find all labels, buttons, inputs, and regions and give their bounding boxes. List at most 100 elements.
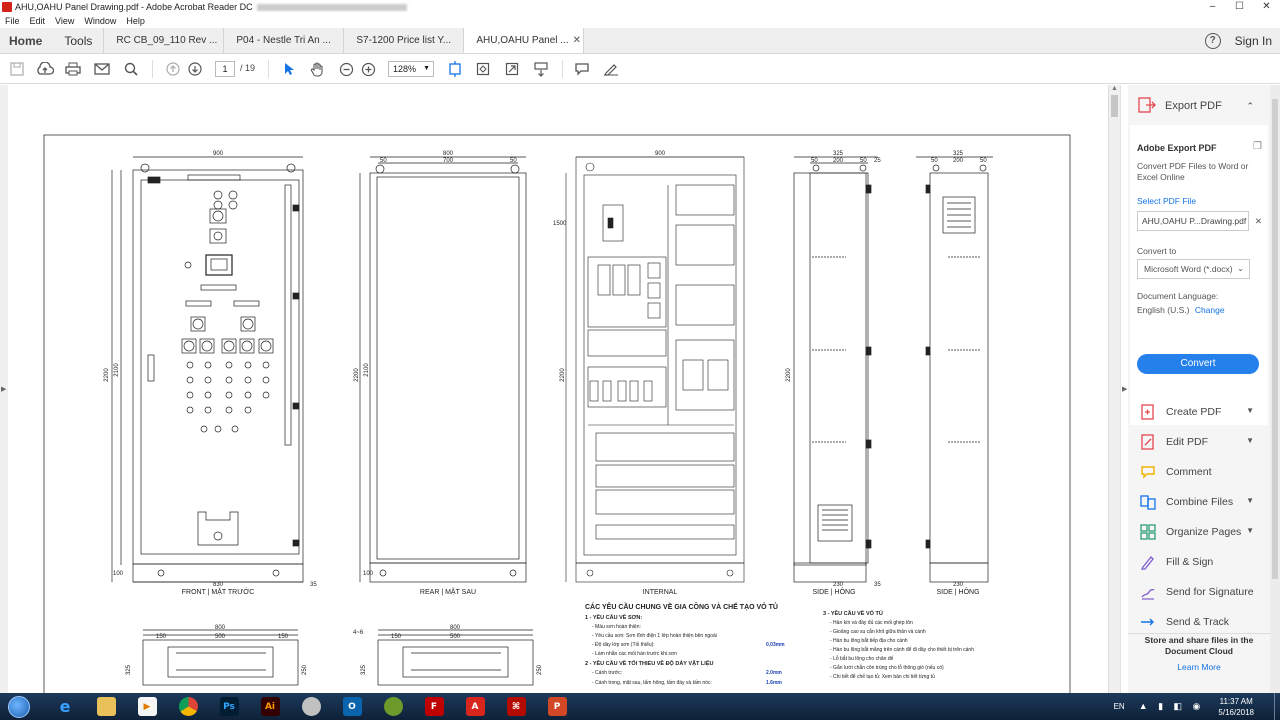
remove-file-icon[interactable]: ✕ xyxy=(1255,212,1262,230)
doc-tab-1[interactable]: RC CB_09_110 Rev ... xyxy=(103,28,223,53)
chevron-down-icon[interactable]: ▼ xyxy=(1246,496,1254,505)
tools-tab[interactable]: Tools xyxy=(53,28,103,53)
export-pdf-header[interactable]: Export PDF ⌃ xyxy=(1128,95,1270,117)
select-pdf-file-link[interactable]: Select PDF File xyxy=(1137,196,1196,206)
tool-create-pdf[interactable]: Create PDF ▼ xyxy=(1128,397,1270,427)
language-value: English (U.S.) xyxy=(1137,305,1190,315)
comment-icon xyxy=(1139,464,1157,480)
taskbar-acrobat[interactable]: ⌘ xyxy=(501,696,531,718)
chrome-icon xyxy=(178,697,198,716)
search-icon[interactable] xyxy=(122,60,140,78)
notes-s1-item: - Độ dày lớp sơn (Tối thiểu): xyxy=(592,641,655,648)
document-view[interactable]: 900 2200 2100 830 100 35 FRONT | MẶT TRƯ… xyxy=(8,85,1108,693)
zoom-level-select[interactable]: 128% ▼ xyxy=(388,61,434,77)
taskbar-powerpoint[interactable]: P xyxy=(542,696,572,718)
minimize-button[interactable]: – xyxy=(1199,0,1226,14)
home-tab[interactable]: Home xyxy=(0,28,53,53)
toolbar-separator xyxy=(268,60,269,78)
scroll-mode-icon[interactable] xyxy=(532,60,550,78)
close-button[interactable]: ✕ xyxy=(1253,0,1280,14)
acrobat-app-icon xyxy=(2,2,12,12)
taskbar-chrome[interactable] xyxy=(173,696,203,718)
select-cursor-icon[interactable] xyxy=(280,60,298,78)
zoom-in-icon[interactable] xyxy=(359,60,377,78)
taskbar-illustrator[interactable]: Ai xyxy=(255,696,285,718)
side1-d3: 50 xyxy=(860,158,867,164)
previous-page-icon[interactable] xyxy=(164,60,182,78)
zoom-out-icon[interactable] xyxy=(337,60,355,78)
taskbar-autocad[interactable]: A xyxy=(460,696,490,718)
media-player-icon: ▶ xyxy=(137,697,157,716)
show-desktop-button[interactable] xyxy=(1274,693,1280,720)
tool-send-signature[interactable]: Send for Signature xyxy=(1128,577,1270,607)
change-language-link[interactable]: Change xyxy=(1195,305,1225,315)
next-page-icon[interactable] xyxy=(186,60,204,78)
tool-combine-files[interactable]: Combine Files ▼ xyxy=(1128,487,1270,517)
full-screen-icon[interactable] xyxy=(503,60,521,78)
base1-h2: 250 xyxy=(302,664,308,675)
tray-icons[interactable]: ▲ ▮ ◧ ◉ xyxy=(1139,701,1205,712)
taskbar-explorer[interactable] xyxy=(91,696,121,718)
taskbar-ie[interactable]: e xyxy=(50,696,80,718)
doc-tab-3[interactable]: S7-1200 Price list Y... xyxy=(343,28,463,53)
close-tab-icon[interactable]: ✕ xyxy=(573,35,581,46)
convert-button[interactable]: Convert xyxy=(1137,354,1259,374)
draw-pen-icon[interactable] xyxy=(602,60,620,78)
chevron-up-icon[interactable]: ⌃ xyxy=(1246,101,1254,112)
taskbar-app-2[interactable] xyxy=(378,696,408,718)
app-icon xyxy=(383,697,403,716)
tool-label: Comment xyxy=(1166,466,1212,478)
taskbar-media[interactable]: ▶ xyxy=(132,696,162,718)
chevron-down-icon[interactable]: ▼ xyxy=(1246,526,1254,535)
rotate-view-icon[interactable] xyxy=(474,60,492,78)
chevron-down-icon[interactable]: ▼ xyxy=(1246,436,1254,445)
email-icon[interactable] xyxy=(93,60,111,78)
print-icon[interactable] xyxy=(64,60,82,78)
chevron-down-icon[interactable]: ▼ xyxy=(1246,406,1254,415)
tool-fill-sign[interactable]: Fill & Sign xyxy=(1128,547,1270,577)
taskbar-outlook[interactable]: O xyxy=(337,696,367,718)
internal-width: 900 xyxy=(655,151,666,157)
taskbar-filezilla[interactable]: F xyxy=(419,696,449,718)
copy-icon[interactable]: ❐ xyxy=(1253,141,1262,152)
clock[interactable]: 11:37 AM 5/16/2018 xyxy=(1218,696,1254,718)
scrollbar-thumb[interactable] xyxy=(1111,95,1118,117)
scrollbar-thumb[interactable] xyxy=(1272,99,1278,579)
hand-tool-icon[interactable] xyxy=(308,60,326,78)
scroll-up-icon[interactable]: ▲ xyxy=(1111,85,1118,92)
start-button[interactable] xyxy=(8,695,30,718)
sign-in-link[interactable]: Sign In xyxy=(1235,34,1272,48)
title-bar: AHU,OAHU Panel Drawing.pdf - Adobe Acrob… xyxy=(0,0,1280,14)
menu-edit[interactable]: Edit xyxy=(25,16,51,26)
app-icon xyxy=(301,697,321,716)
doc-tab-4-active[interactable]: AHU,OAHU Panel ... ✕ xyxy=(463,28,584,53)
language-indicator[interactable]: EN xyxy=(1114,702,1125,711)
fit-page-icon[interactable] xyxy=(446,60,464,78)
taskbar-photoshop[interactable]: Ps xyxy=(214,696,244,718)
page-number-input[interactable]: 1 xyxy=(215,61,235,77)
maximize-button[interactable]: ☐ xyxy=(1226,0,1253,14)
tool-edit-pdf[interactable]: Edit PDF ▼ xyxy=(1128,427,1270,457)
tool-organize-pages[interactable]: Organize Pages ▼ xyxy=(1128,517,1270,547)
right-pane-divider[interactable]: ▶ xyxy=(1120,85,1128,693)
convert-format-select[interactable]: Microsoft Word (*.docx) ⌄ xyxy=(1137,259,1250,279)
document-scrollbar[interactable]: ▲ xyxy=(1108,85,1120,693)
selected-file-field[interactable]: AHU,OAHU P...Drawing.pdf ✕ xyxy=(1137,211,1262,231)
taskbar-app[interactable] xyxy=(296,696,326,718)
tool-comment[interactable]: Comment xyxy=(1128,457,1270,487)
comment-tool-icon[interactable] xyxy=(573,60,591,78)
left-panel-toggle[interactable]: ▶ xyxy=(0,85,8,693)
right-pane-scrollbar[interactable] xyxy=(1270,85,1280,693)
help-icon[interactable]: ? xyxy=(1204,32,1221,49)
export-pdf-title: Export PDF xyxy=(1165,100,1222,112)
side2-width: 325 xyxy=(953,151,964,157)
menu-view[interactable]: View xyxy=(50,16,79,26)
upload-cloud-icon[interactable] xyxy=(36,60,54,78)
menu-file[interactable]: File xyxy=(0,16,25,26)
save-icon[interactable] xyxy=(8,60,26,78)
doc-tab-label: AHU,OAHU Panel ... xyxy=(476,34,569,46)
menu-window[interactable]: Window xyxy=(79,16,121,26)
learn-more-link[interactable]: Learn More xyxy=(1128,662,1270,672)
doc-tab-2[interactable]: P04 - Nestle Tri An ... xyxy=(223,28,343,53)
menu-help[interactable]: Help xyxy=(121,16,150,26)
